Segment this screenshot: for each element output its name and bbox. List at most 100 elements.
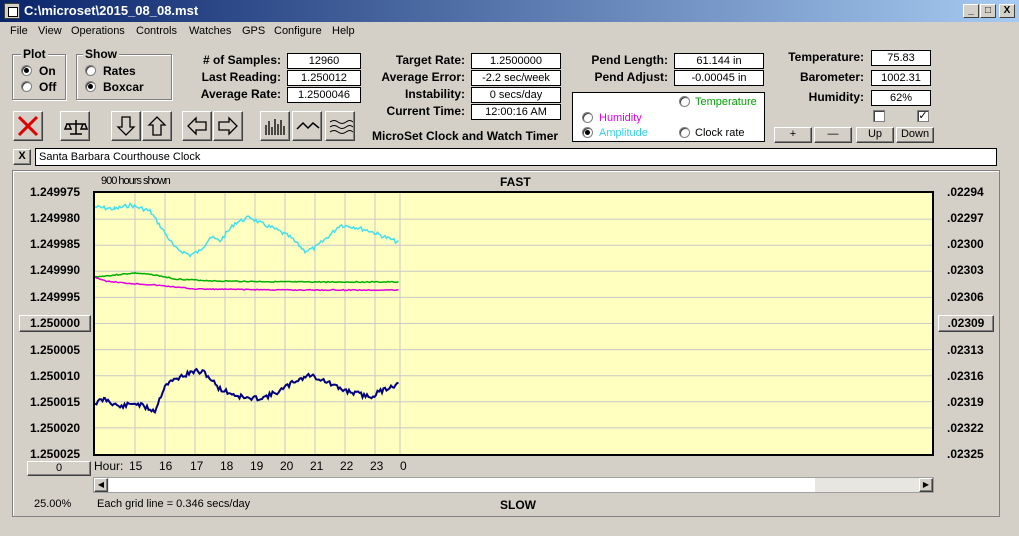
down-button[interactable]: Down (896, 127, 934, 143)
checkbox-1[interactable] (873, 110, 885, 122)
title-bar: C:\microset\2015_08_08.mst _ □ X (0, 0, 1019, 22)
menu-operations[interactable]: Operations (71, 25, 125, 37)
pend-adjust-field: -0.00045 in (674, 70, 764, 86)
zoom-level: 25.00% (34, 498, 72, 510)
left-tick-label: 1.249990 (30, 263, 81, 277)
show-boxcar-label: Boxcar (103, 80, 144, 94)
right-tick-label: .02294 (947, 185, 984, 199)
pend-length-label: Pend Length: (591, 53, 668, 67)
note-input[interactable]: Santa Barbara Courthouse Clock (35, 148, 997, 166)
arrow-down-button[interactable] (111, 111, 141, 141)
hours-shown-label: 900 hours shown (101, 175, 171, 187)
left-tick-label: 1.250015 (30, 395, 81, 409)
samples-field: 12960 (287, 53, 361, 69)
right-tick-label: .02303 (947, 263, 984, 277)
hour-tick-label: 16 (159, 459, 173, 473)
hour-tick-label: 21 (310, 459, 324, 473)
right-tick-label: .02306 (947, 290, 984, 304)
menu-view[interactable]: View (38, 25, 62, 37)
show-rates-radio[interactable] (85, 65, 96, 76)
wave-view-button[interactable] (325, 111, 355, 141)
instability-field: 0 secs/day (471, 87, 561, 103)
hour-tick-label: 15 (129, 459, 143, 473)
show-group-legend: Show (83, 47, 119, 61)
plus-button[interactable]: + (774, 127, 812, 143)
hour-tick-label: 0 (400, 459, 407, 473)
note-close-button[interactable]: X (13, 149, 31, 165)
hour-tick-label: 18 (220, 459, 234, 473)
clock-rate-radio[interactable] (679, 127, 690, 138)
menu-watches[interactable]: Watches (189, 25, 231, 37)
show-rates-label: Rates (103, 64, 136, 78)
left-tick-label: 1.250010 (30, 369, 81, 383)
down-arrow-icon (116, 116, 136, 136)
average-rate-label: Average Rate: (200, 87, 281, 101)
line-view-button[interactable] (292, 111, 322, 141)
plot-off-label: Off (39, 80, 57, 94)
right-arrow-icon (218, 116, 238, 136)
red-x-icon (17, 115, 39, 137)
temperature-field: 75.83 (871, 50, 931, 66)
arrow-left-button[interactable] (182, 111, 212, 141)
stop-button[interactable] (13, 111, 43, 141)
bars-view-button[interactable] (260, 111, 290, 141)
grid-note: Each grid line = 0.346 secs/day (97, 498, 251, 510)
app-caption: MicroSet Clock and Watch Timer (372, 129, 559, 143)
right-tick-label: .02316 (947, 369, 984, 383)
maximize-button[interactable]: □ (980, 4, 996, 18)
arrow-right-button[interactable] (213, 111, 243, 141)
close-button[interactable]: X (999, 4, 1015, 18)
balance-scale-icon (64, 120, 88, 135)
menu-help[interactable]: Help (332, 25, 355, 37)
plot-area[interactable] (93, 191, 934, 456)
left-arrow-icon (187, 116, 207, 136)
minimize-button[interactable]: _ (963, 4, 979, 18)
right-tick-label: .02322 (947, 421, 984, 435)
arrow-up-button[interactable] (142, 111, 172, 141)
temperature-trace (95, 271, 399, 284)
barometer-label: Barometer: (799, 70, 864, 84)
scroll-thumb[interactable] (109, 478, 815, 492)
target-rate-field[interactable]: 1.2500000 (471, 53, 561, 69)
fast-label: FAST (500, 175, 531, 189)
checkbox-2[interactable]: ✓ (917, 110, 929, 122)
up-button[interactable]: Up (856, 127, 894, 143)
balance-button[interactable] (60, 111, 90, 141)
waves-icon (329, 120, 353, 134)
window-title: C:\microset\2015_08_08.mst (24, 3, 199, 18)
menu-file[interactable]: File (10, 25, 28, 37)
zero-button[interactable]: 0 (27, 461, 91, 476)
samples-label: # of Samples: (202, 53, 281, 67)
app-icon[interactable] (4, 3, 20, 19)
horizontal-scrollbar[interactable]: ◀ ▶ (93, 477, 934, 493)
scroll-right-button[interactable]: ▶ (919, 478, 933, 492)
last-reading-label: Last Reading: (201, 70, 281, 84)
left-tick-label: 1.250025 (30, 447, 81, 461)
target-rate-label: Target Rate: (395, 53, 465, 67)
menu-controls[interactable]: Controls (136, 25, 177, 37)
bar-chart-icon (265, 119, 285, 135)
menu-gps[interactable]: GPS (242, 25, 265, 37)
amplitude-trace (95, 202, 400, 258)
humidity-radio[interactable] (582, 112, 593, 123)
minus-button[interactable]: — (814, 127, 852, 143)
average-rate-field: 1.2500046 (287, 87, 361, 103)
center-rate-button[interactable]: 1.250000 (19, 315, 91, 332)
right-tick-label: .02313 (947, 343, 984, 357)
line-chart-icon (296, 121, 320, 130)
plot-on-radio[interactable] (21, 65, 32, 76)
menu-configure[interactable]: Configure (274, 25, 322, 37)
temperature-radio-label: Temperature (695, 96, 757, 108)
left-tick-label: 1.249980 (30, 211, 81, 225)
amplitude-radio[interactable] (582, 127, 593, 138)
plot-off-radio[interactable] (21, 81, 32, 92)
left-tick-label: 1.250020 (30, 421, 81, 435)
scroll-left-button[interactable]: ◀ (94, 478, 108, 492)
right-tick-label: .02297 (947, 211, 984, 225)
last-reading-field: 1.250012 (287, 70, 361, 86)
temperature-radio[interactable] (679, 96, 690, 107)
show-boxcar-radio[interactable] (85, 81, 96, 92)
right-tick-label: .02300 (947, 237, 984, 251)
left-tick-label: 1.250005 (30, 343, 81, 357)
center-amplitude-button[interactable]: .02309 (938, 315, 994, 332)
